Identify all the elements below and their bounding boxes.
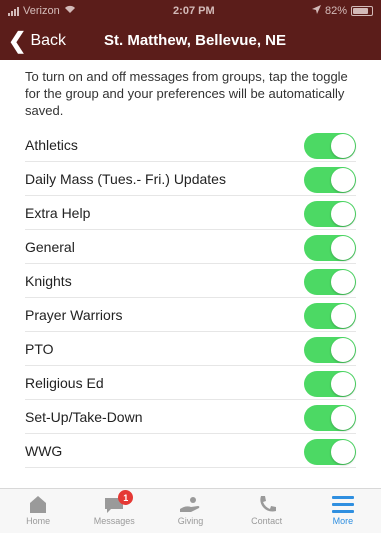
- back-button[interactable]: ❮ Back: [0, 28, 67, 53]
- status-bar: Verizon 2:07 PM 82%: [0, 0, 381, 22]
- group-row: Extra Help: [25, 196, 356, 230]
- toggle-knob: [331, 202, 355, 226]
- back-label: Back: [30, 32, 67, 49]
- battery-info: 82%: [311, 5, 373, 17]
- group-toggle[interactable]: [304, 133, 356, 159]
- phone-icon: [256, 493, 278, 515]
- group-label: Religious Ed: [25, 374, 104, 391]
- tab-label: More: [332, 516, 354, 526]
- tab-home[interactable]: Home: [2, 489, 74, 526]
- group-toggle[interactable]: [304, 405, 356, 431]
- group-toggle[interactable]: [304, 269, 356, 295]
- tab-more[interactable]: More: [307, 489, 379, 526]
- status-time: 2:07 PM: [173, 5, 215, 17]
- toggle-knob: [331, 440, 355, 464]
- group-label: Extra Help: [25, 204, 91, 221]
- navigation-bar: ❮ Back St. Matthew, Bellevue, NE: [0, 22, 381, 60]
- toggle-knob: [331, 338, 355, 362]
- group-row: PTO: [25, 332, 356, 366]
- group-row: Daily Mass (Tues.- Fri.) Updates: [25, 162, 356, 196]
- group-label: Daily Mass (Tues.- Fri.) Updates: [25, 170, 226, 187]
- group-row: WWG: [25, 434, 356, 468]
- toggle-knob: [331, 304, 355, 328]
- group-toggle[interactable]: [304, 303, 356, 329]
- group-row: Knights: [25, 264, 356, 298]
- wifi-icon: [64, 5, 76, 17]
- giving-icon: [178, 493, 202, 515]
- home-icon: [27, 493, 49, 515]
- group-row: Prayer Warriors: [25, 298, 356, 332]
- tab-label: Giving: [177, 516, 204, 526]
- menu-icon: [331, 493, 355, 515]
- group-label: Athletics: [25, 136, 78, 153]
- tab-bar: Home Messages 1 Giving Contact More: [0, 488, 381, 533]
- group-toggle[interactable]: [304, 167, 356, 193]
- tab-label: Messages: [93, 516, 135, 526]
- battery-icon: [351, 6, 373, 16]
- page-title: St. Matthew, Bellevue, NE: [104, 32, 286, 49]
- tab-contact[interactable]: Contact: [231, 489, 303, 526]
- group-label: Knights: [25, 272, 72, 289]
- group-label: WWG: [25, 442, 63, 459]
- tab-label: Home: [26, 516, 51, 526]
- chevron-left-icon: ❮: [8, 28, 27, 53]
- group-row: General: [25, 230, 356, 264]
- group-toggle[interactable]: [304, 439, 356, 465]
- group-preferences: To turn on and off messages from groups,…: [0, 60, 381, 488]
- group-toggle[interactable]: [304, 201, 356, 227]
- signal-icon: [8, 6, 19, 16]
- tab-messages[interactable]: Messages 1: [78, 489, 150, 526]
- tab-label: Contact: [251, 516, 283, 526]
- group-label: PTO: [25, 340, 54, 357]
- group-row: Set-Up/Take-Down: [25, 400, 356, 434]
- battery-percent: 82%: [324, 5, 347, 17]
- group-toggle[interactable]: [304, 371, 356, 397]
- toggle-knob: [331, 134, 355, 158]
- tab-giving[interactable]: Giving: [154, 489, 226, 526]
- group-toggle[interactable]: [304, 235, 356, 261]
- unread-badge: 1: [118, 490, 134, 505]
- group-toggle[interactable]: [304, 337, 356, 363]
- toggle-knob: [331, 406, 355, 430]
- toggle-knob: [331, 372, 355, 396]
- group-label: Prayer Warriors: [25, 306, 123, 323]
- instructions-text: To turn on and off messages from groups,…: [25, 69, 348, 118]
- carrier-name: Verizon: [23, 5, 60, 17]
- group-label: General: [25, 238, 75, 255]
- toggle-knob: [331, 168, 355, 192]
- toggle-knob: [331, 270, 355, 294]
- group-row: Athletics: [25, 128, 356, 162]
- location-icon: [311, 5, 321, 17]
- toggle-knob: [331, 236, 355, 260]
- group-label: Set-Up/Take-Down: [25, 408, 143, 425]
- carrier-info: Verizon: [8, 5, 76, 17]
- group-row: Religious Ed: [25, 366, 356, 400]
- group-list: Athletics Daily Mass (Tues.- Fri.) Update…: [0, 128, 381, 468]
